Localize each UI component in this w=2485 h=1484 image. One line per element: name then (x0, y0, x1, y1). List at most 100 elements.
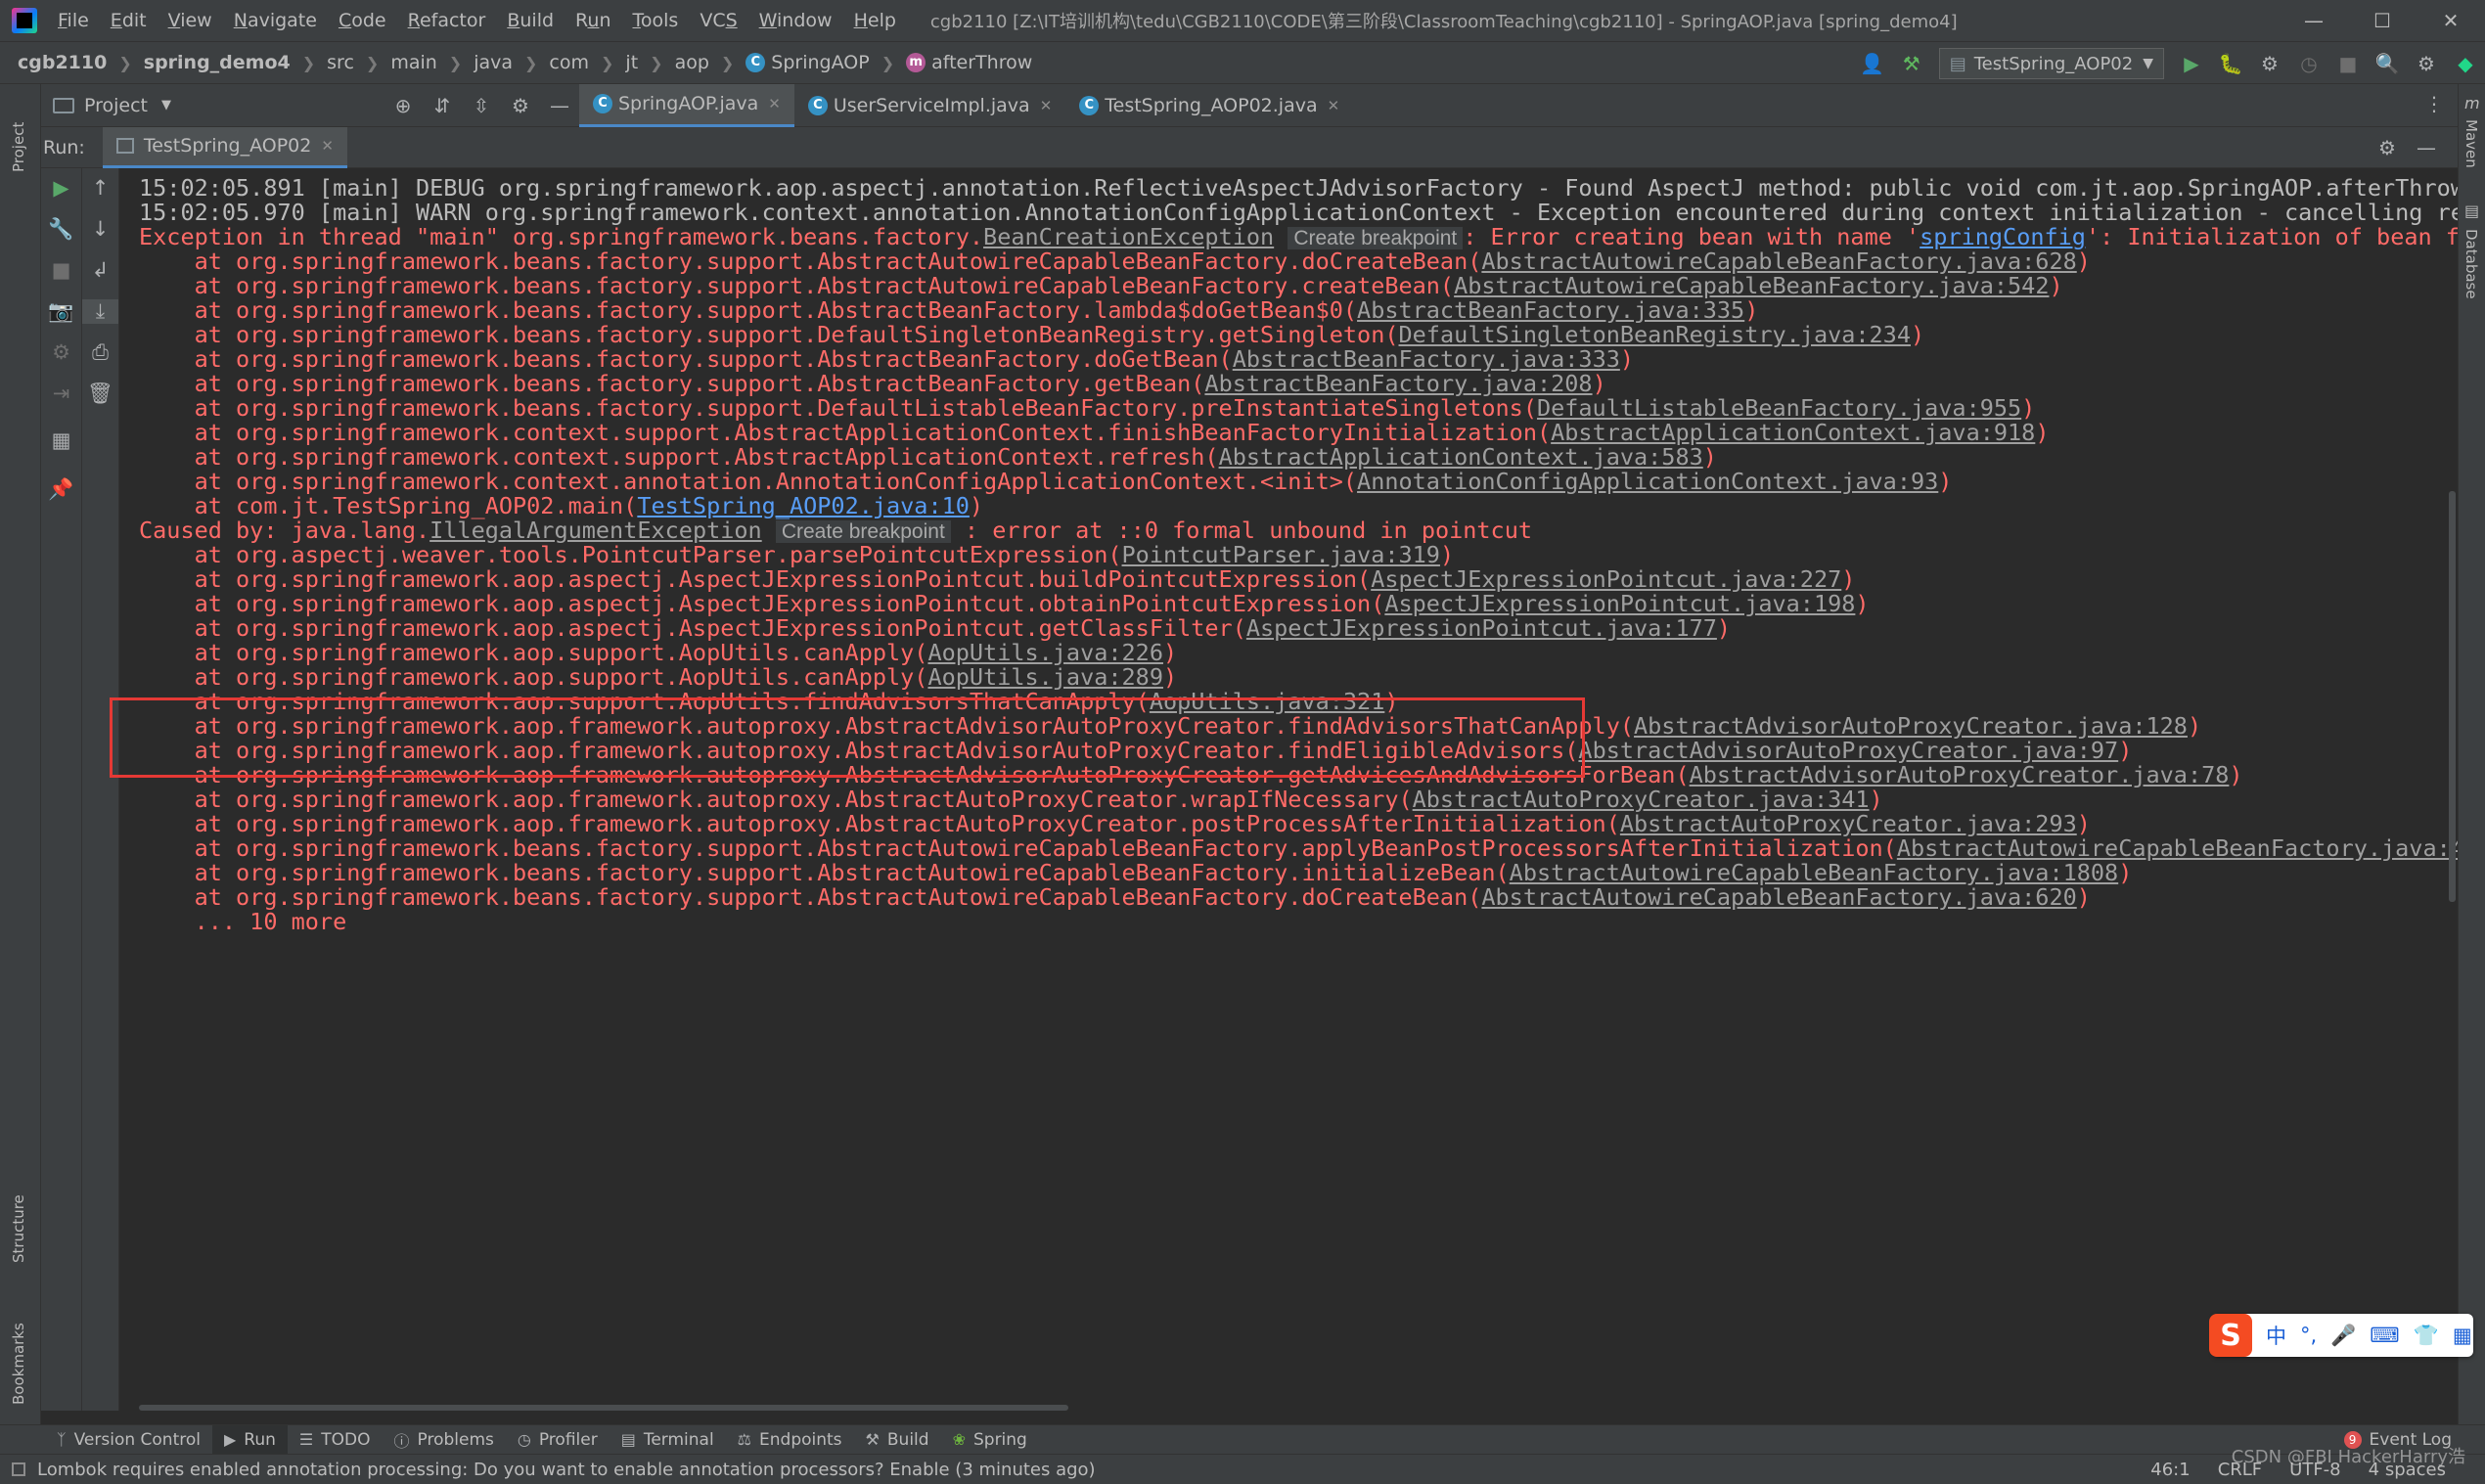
print-icon[interactable]: ⎙ (82, 340, 118, 365)
settings-gear-icon[interactable]: ⚙ (504, 89, 537, 122)
breadcrumb-com[interactable]: com (549, 52, 589, 73)
breadcrumb-module[interactable]: spring_demo4 (144, 52, 291, 73)
menu-window[interactable]: Window (748, 0, 843, 41)
breadcrumb-project[interactable]: cgb2110 (18, 52, 107, 73)
menu-vcs[interactable]: VCS (689, 0, 747, 41)
console-output[interactable]: 15:02:05.891 [main] DEBUG org.springfram… (119, 168, 2458, 1411)
breadcrumb-method[interactable]: m afterThrow (906, 52, 1032, 73)
project-view-selector[interactable]: Project ▼ (41, 84, 354, 127)
settings-gear-icon[interactable]: ⚙ (2371, 131, 2404, 164)
menu-code[interactable]: Code (328, 0, 397, 41)
breadcrumb-java[interactable]: java (474, 52, 513, 73)
rerun-icon[interactable]: ▶ (41, 176, 81, 200)
microphone-icon[interactable]: 🎤 (2330, 1324, 2356, 1348)
scroll-to-end-icon[interactable]: ⤓ (82, 299, 118, 324)
stack-frame-link[interactable]: AspectJExpressionPointcut.java:177 (1246, 614, 1717, 642)
skin-icon[interactable]: 👕 (2414, 1324, 2439, 1348)
sogou-logo-icon[interactable]: S (2209, 1314, 2252, 1357)
run-tab[interactable]: TestSpring_AOP02 ✕ (102, 126, 347, 168)
arrow-down-icon[interactable]: ↓ (82, 217, 118, 241)
menu-refactor[interactable]: Refactor (397, 0, 497, 41)
close-tab-icon[interactable]: ✕ (321, 137, 334, 155)
tool-todo[interactable]: ☰ TODO (288, 1425, 383, 1455)
maximize-icon[interactable]: ☐ (2348, 0, 2417, 41)
exit-icon[interactable]: ⇥ (41, 382, 81, 405)
tool-build[interactable]: ⚒ Build (854, 1425, 941, 1455)
close-icon[interactable]: ✕ (2417, 0, 2485, 41)
project-view-tools: ⊕ ⇵ ⇳ ⚙ — (384, 84, 579, 127)
breadcrumb-aop[interactable]: aop (675, 52, 709, 73)
search-icon[interactable]: 🔍 (2371, 47, 2404, 80)
profile-icon[interactable]: ◷ (2292, 47, 2326, 80)
horizontal-scrollbar[interactable] (139, 1405, 1068, 1411)
debug-icon[interactable]: 🐛 (2214, 47, 2247, 80)
menu-navigate[interactable]: Navigate (223, 0, 328, 41)
tool-profiler[interactable]: ◷ Profiler (506, 1425, 610, 1455)
run-icon[interactable]: ▶ (2175, 47, 2208, 80)
hide-icon[interactable]: — (2410, 131, 2443, 164)
trash-icon[interactable]: 🗑 (82, 382, 118, 406)
menu-tools[interactable]: Tools (622, 0, 690, 41)
more-vertical-icon[interactable]: ⋮ (2424, 92, 2444, 115)
breadcrumb-src[interactable]: src (327, 52, 354, 73)
close-tab-icon[interactable]: ✕ (1040, 97, 1053, 114)
tool-problems[interactable]: ⓘ Problems (383, 1425, 506, 1455)
menu-run[interactable]: Run (565, 0, 621, 41)
locate-icon[interactable]: ⊕ (386, 89, 420, 122)
stack-frame-link[interactable]: AnnotationConfigApplicationContext.java:… (1357, 468, 1938, 495)
status-message[interactable]: Lombok requires enabled annotation proce… (12, 1460, 1096, 1480)
toolbox-icon[interactable]: ◆ (2449, 47, 2482, 80)
close-tab-icon[interactable]: ✕ (1328, 97, 1340, 114)
stop-icon[interactable]: ■ (2331, 47, 2365, 80)
menu-edit[interactable]: Edit (100, 0, 158, 41)
stack-frame-link[interactable]: AbstractAutowireCapableBeanFactory.java:… (1481, 883, 2076, 911)
close-tab-icon[interactable]: ✕ (768, 95, 781, 112)
ime-punctuation[interactable]: °, (2300, 1324, 2317, 1347)
ime-toolbar[interactable]: S 中 °, 🎤 ⌨ 👕 ▦ (2209, 1314, 2473, 1357)
collapse-all-icon[interactable]: ⇳ (465, 89, 498, 122)
layout-icon[interactable]: ▦ (41, 428, 81, 452)
grid-icon[interactable]: ▦ (2453, 1324, 2472, 1347)
maven-icon[interactable]: m (2464, 94, 2480, 112)
tool-run[interactable]: ▶ Run (211, 1424, 288, 1455)
tool-endpoints[interactable]: ⚖ Endpoints (726, 1425, 854, 1455)
coverage-icon[interactable]: ⚙ (2253, 47, 2286, 80)
breadcrumb-class[interactable]: C SpringAOP (746, 52, 870, 73)
minimize-icon[interactable]: — (2280, 0, 2348, 41)
tool-spring[interactable]: ❀ Spring (941, 1425, 1039, 1455)
breadcrumb-main[interactable]: main (390, 52, 436, 73)
cursor-position[interactable]: 46:1 (2150, 1460, 2190, 1480)
soft-wrap-icon[interactable]: ↲ (82, 258, 118, 282)
run-config-selector[interactable]: ▤ TestSpring_AOP02 ▼ (1938, 48, 2164, 79)
tool-tab-database[interactable]: Database (2462, 229, 2480, 299)
menu-help[interactable]: Help (843, 0, 907, 41)
keyboard-icon[interactable]: ⌨ (2370, 1324, 2399, 1347)
menu-file[interactable]: File (47, 0, 100, 41)
editor-tab-testspring[interactable]: C TestSpring_AOP02.java ✕ (1065, 84, 1353, 127)
tool-tab-project[interactable]: Project (10, 122, 27, 172)
hide-icon[interactable]: — (543, 89, 576, 122)
expand-all-icon[interactable]: ⇵ (426, 89, 459, 122)
breadcrumb-jt[interactable]: jt (625, 52, 638, 73)
menu-view[interactable]: View (158, 0, 223, 41)
vertical-scrollbar[interactable] (2449, 491, 2456, 902)
arrow-up-icon[interactable]: ↑ (82, 176, 118, 200)
stop-icon[interactable]: ■ (41, 258, 81, 282)
tool-tab-maven[interactable]: Maven (2462, 119, 2480, 168)
menu-build[interactable]: Build (496, 0, 565, 41)
tool-version-control[interactable]: ᛉ Version Control (45, 1425, 212, 1455)
tool-terminal[interactable]: ▤ Terminal (610, 1425, 726, 1455)
editor-tab-userserviceimpl[interactable]: C UserServiceImpl.java ✕ (794, 84, 1065, 127)
ime-language[interactable]: 中 (2266, 1321, 2286, 1350)
settings-gear-icon[interactable]: ⚙ (2410, 47, 2443, 80)
user-icon[interactable]: 👤 (1856, 47, 1889, 80)
camera-icon[interactable]: 📷 (41, 299, 81, 324)
debug-icon[interactable]: ⚙ (41, 340, 81, 364)
editor-tab-springaop[interactable]: C SpringAOP.java ✕ (579, 83, 794, 127)
pin-icon[interactable]: 📌 (41, 477, 81, 502)
build-hammer-icon[interactable]: ⚒ (1895, 47, 1928, 80)
tool-tab-structure[interactable]: Structure (10, 1194, 27, 1263)
tool-tab-bookmarks[interactable]: Bookmarks (10, 1323, 27, 1405)
database-icon[interactable]: ▤ (2464, 202, 2479, 220)
wrench-icon[interactable]: 🔧 (41, 217, 81, 242)
